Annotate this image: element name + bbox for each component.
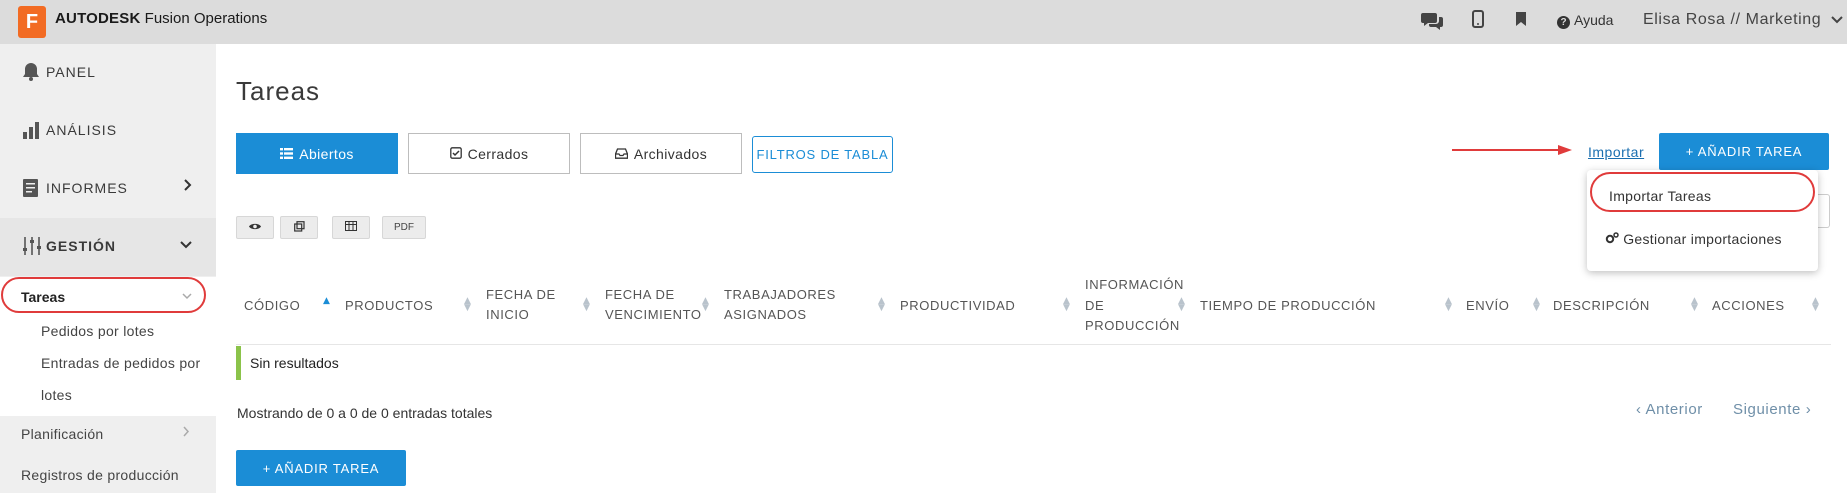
column-header-fecha-inicio-line1[interactable]: FECHA DE: [486, 285, 556, 305]
table-row: Sin resultados: [236, 346, 1831, 380]
pagination-previous[interactable]: ‹ Anterior: [1636, 401, 1703, 418]
user-label: Elisa Rosa // Marketing: [1643, 11, 1822, 28]
inbox-icon: [614, 146, 629, 162]
help-label: Ayuda: [1574, 12, 1614, 28]
column-header-fecha-inicio-line2[interactable]: INICIO: [486, 305, 529, 325]
pdf-button[interactable]: PDF: [382, 216, 426, 239]
column-header-acciones[interactable]: ACCIONES: [1712, 296, 1785, 316]
entries-summary: Mostrando de 0 a 0 de 0 entradas totales: [237, 405, 493, 421]
sidebar-item-label: Registros de producción: [21, 467, 179, 483]
column-header-tiempo[interactable]: TIEMPO DE PRODUCCIÓN: [1200, 296, 1376, 316]
tab-cerrados[interactable]: Cerrados: [408, 133, 570, 174]
chevron-right-icon: [184, 178, 192, 194]
copy-button[interactable]: [280, 216, 318, 239]
app-title[interactable]: AUTODESK Fusion Operations: [55, 10, 267, 27]
add-task-button[interactable]: + AÑADIR TAREA: [1659, 133, 1829, 170]
sort-icon[interactable]: ▲ ▼: [464, 297, 471, 313]
tab-label: Cerrados: [467, 145, 529, 162]
annotation-arrow: [1452, 145, 1572, 155]
sidebar-item-analisis[interactable]: ANÁLISIS: [0, 102, 216, 160]
table-filters-button[interactable]: FILTROS DE TABLA: [752, 136, 893, 173]
column-header-info-line1[interactable]: INFORMACIÓN: [1085, 275, 1184, 295]
sidebar-item-informes[interactable]: INFORMES: [0, 160, 216, 218]
chat-icon[interactable]: [1420, 10, 1444, 34]
document-icon: [22, 178, 40, 198]
page-title: Tareas: [236, 76, 321, 106]
column-header-codigo[interactable]: CÓDIGO: [244, 296, 300, 316]
sidebar-item-label: GESTIÓN: [46, 238, 117, 254]
column-header-info-line2[interactable]: DE: [1085, 296, 1104, 316]
column-header-productos[interactable]: PRODUCTOS: [345, 296, 433, 316]
add-task-button-bottom[interactable]: + AÑADIR TAREA: [236, 450, 406, 486]
empty-message: Sin resultados: [250, 355, 339, 371]
eye-icon: [248, 222, 262, 234]
list-icon: [280, 146, 294, 162]
chevron-right-icon: [183, 426, 190, 441]
copy-icon: [293, 220, 305, 235]
table-header-divider: [236, 344, 1831, 345]
check-square-icon: [449, 146, 462, 162]
sort-icon[interactable]: ▲ ▼: [878, 297, 885, 313]
bell-icon: [22, 62, 40, 82]
chevron-down-icon: [180, 236, 192, 252]
sidebar-item-panel[interactable]: PANEL: [0, 44, 216, 102]
tab-archivados[interactable]: Archivados: [580, 133, 742, 174]
column-header-fecha-venc-line1[interactable]: FECHA DE: [605, 285, 675, 305]
top-bar: F AUTODESK Fusion Operations ? Ayuda Elis…: [0, 0, 1847, 44]
column-header-envio[interactable]: ENVÍO: [1466, 296, 1509, 316]
column-header-fecha-venc-line2[interactable]: VENCIMIENTO: [605, 305, 702, 325]
menu-item-manage-imports[interactable]: Gestionar importaciones: [1605, 231, 1782, 247]
user-menu[interactable]: Elisa Rosa // Marketing: [1643, 11, 1844, 29]
sort-icon[interactable]: ▲ ▼: [1691, 297, 1698, 313]
csv-button[interactable]: [332, 216, 370, 239]
sidebar-item-label: ANÁLISIS: [46, 122, 118, 138]
sort-icon[interactable]: ▲ ▼: [1445, 297, 1452, 313]
column-header-descripcion[interactable]: DESCRIPCIÓN: [1553, 296, 1650, 316]
column-header-trabajadores-line1[interactable]: TRABAJADORES: [724, 285, 836, 305]
sidebar-item-label: Planificación: [21, 426, 104, 442]
eye-button[interactable]: [236, 216, 274, 239]
sidebar-item-label: PANEL: [46, 64, 96, 80]
column-header-productividad[interactable]: PRODUCTIVIDAD: [900, 296, 1015, 316]
tab-label: Archivados: [633, 145, 708, 162]
menu-item-label: Gestionar importaciones: [1623, 231, 1782, 247]
annotation-circle: [1, 277, 206, 313]
column-header-info-line3[interactable]: PRODUCCIÓN: [1085, 316, 1180, 336]
search-input[interactable]: [1818, 194, 1830, 228]
help-link[interactable]: ? Ayuda: [1557, 12, 1613, 29]
table-icon: [345, 221, 357, 234]
column-header-trabajadores-line2[interactable]: ASIGNADOS: [724, 305, 807, 325]
sidebar-item-planificacion[interactable]: Planificación: [0, 416, 216, 454]
row-status-bar: [236, 346, 241, 380]
tab-label: Abiertos: [299, 145, 354, 162]
pagination-next[interactable]: Siguiente ›: [1733, 401, 1811, 418]
sort-icon[interactable]: ▲ ▼: [1178, 297, 1185, 313]
sliders-icon: [22, 236, 41, 256]
sort-icon[interactable]: ▲ ▼: [583, 297, 590, 313]
sort-icon[interactable]: ▲ ▼: [1533, 297, 1540, 313]
brand-name: AUTODESK: [55, 10, 141, 27]
annotation-circle: [1590, 172, 1815, 212]
sidebar-subitem-pedidos-lotes[interactable]: Pedidos por lotes: [41, 323, 154, 339]
sort-icon[interactable]: ▲ ▼: [702, 297, 709, 313]
sidebar-subitem-entradas-pedidos-cont[interactable]: lotes: [41, 387, 72, 403]
bar-chart-icon: [22, 120, 40, 140]
sidebar-item-gestion[interactable]: GESTIÓN: [0, 218, 216, 276]
bookmark-icon[interactable]: [1509, 10, 1533, 34]
sort-asc-icon[interactable]: ▲: [323, 297, 330, 306]
sidebar-item-registros[interactable]: Registros de producción: [0, 457, 216, 493]
cogs-icon: [1605, 231, 1619, 247]
sort-icon[interactable]: ▲ ▼: [1812, 297, 1819, 313]
import-link[interactable]: Importar: [1588, 144, 1644, 160]
sidebar-subitem-entradas-pedidos[interactable]: Entradas de pedidos por: [41, 355, 200, 371]
sidebar-item-label: INFORMES: [46, 180, 128, 196]
help-icon: ?: [1557, 16, 1570, 29]
sort-icon[interactable]: ▲ ▼: [1063, 297, 1070, 313]
fusion-logo-icon[interactable]: F: [18, 6, 46, 38]
tab-abiertos[interactable]: Abiertos: [236, 133, 398, 174]
mobile-icon[interactable]: [1466, 10, 1490, 34]
chevron-down-icon: [1831, 12, 1844, 27]
product-name: Fusion Operations: [144, 10, 268, 27]
